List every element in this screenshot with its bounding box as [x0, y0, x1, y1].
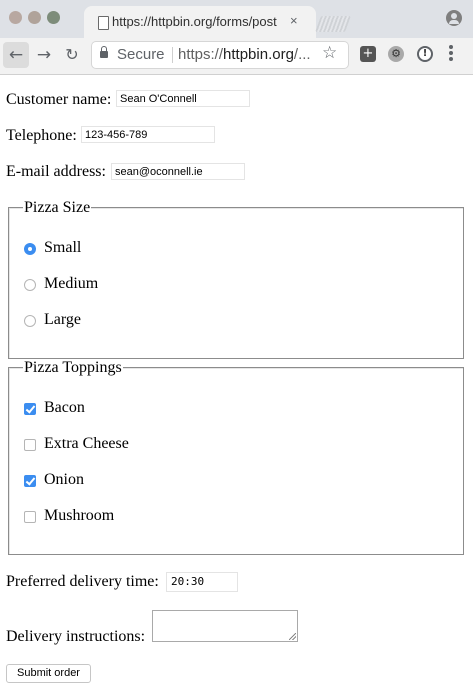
topping-mushroom-checkbox[interactable]	[24, 511, 36, 523]
tab-title: https://httpbin.org/forms/post	[112, 14, 277, 29]
pizza-size-legend: Pizza Size	[23, 199, 92, 217]
minimize-window-button[interactable]	[28, 11, 41, 24]
topping-extra-cheese-label[interactable]: Extra Cheese	[44, 435, 129, 453]
topping-mushroom-label[interactable]: Mushroom	[44, 507, 114, 525]
secure-label: Secure	[117, 46, 165, 63]
page-favicon-icon	[98, 16, 109, 30]
customer-name-field[interactable]: Sean O'Connell	[116, 90, 250, 107]
new-tab-button[interactable]	[315, 16, 351, 32]
size-small-radio[interactable]	[24, 243, 36, 255]
email-label: E-mail address:	[6, 163, 106, 180]
topping-bacon-label[interactable]: Bacon	[44, 399, 85, 417]
submit-order-button[interactable]: Submit order	[6, 664, 91, 683]
extension-add-icon[interactable]: +	[360, 46, 376, 62]
resize-grip-icon[interactable]	[289, 633, 296, 640]
back-arrow-icon[interactable]: ←	[3, 42, 29, 68]
pizza-toppings-fieldset	[8, 367, 464, 555]
topping-bacon-checkbox[interactable]	[24, 403, 36, 415]
size-large-label[interactable]: Large	[44, 311, 81, 329]
size-medium-label[interactable]: Medium	[44, 275, 98, 293]
email-field[interactable]: sean@oconnell.ie	[111, 163, 245, 180]
size-medium-radio[interactable]	[24, 279, 36, 291]
browser-titlebar: https://httpbin.org/forms/post ×	[0, 0, 473, 38]
extension-info-icon[interactable]: !	[417, 46, 433, 62]
size-small-label[interactable]: Small	[44, 239, 81, 257]
tab-close-icon[interactable]: ×	[290, 13, 298, 28]
lock-icon	[100, 46, 108, 58]
close-window-button[interactable]	[9, 11, 22, 24]
delivery-instructions-label: Delivery instructions:	[6, 628, 146, 645]
topping-extra-cheese-checkbox[interactable]	[24, 439, 36, 451]
extension-icon[interactable]: ⚙	[388, 46, 404, 62]
delivery-time-label: Preferred delivery time:	[6, 573, 159, 590]
maximize-window-button[interactable]	[47, 11, 60, 24]
topping-onion-label[interactable]: Onion	[44, 471, 84, 489]
browser-tab[interactable]: https://httpbin.org/forms/post ×	[84, 6, 316, 38]
telephone-field[interactable]: 123-456-789	[81, 126, 215, 143]
delivery-instructions-textarea[interactable]	[152, 610, 298, 642]
url-text[interactable]: https://httpbin.org/...	[178, 46, 311, 63]
address-bar[interactable]: Secure https://httpbin.org/...	[92, 42, 348, 68]
customer-name-label: Customer name:	[6, 91, 112, 108]
bookmark-star-icon[interactable]: ☆	[322, 43, 337, 63]
telephone-label: Telephone:	[6, 127, 77, 144]
profile-icon[interactable]	[446, 10, 462, 26]
topping-onion-checkbox[interactable]	[24, 475, 36, 487]
forward-arrow-icon[interactable]: →	[31, 42, 57, 68]
size-large-radio[interactable]	[24, 315, 36, 327]
address-divider	[172, 47, 173, 63]
delivery-time-field[interactable]: 20:30	[166, 572, 238, 592]
pizza-toppings-legend: Pizza Toppings	[23, 359, 123, 377]
menu-dots-icon[interactable]	[449, 45, 453, 63]
reload-icon[interactable]: ↻	[59, 42, 85, 68]
